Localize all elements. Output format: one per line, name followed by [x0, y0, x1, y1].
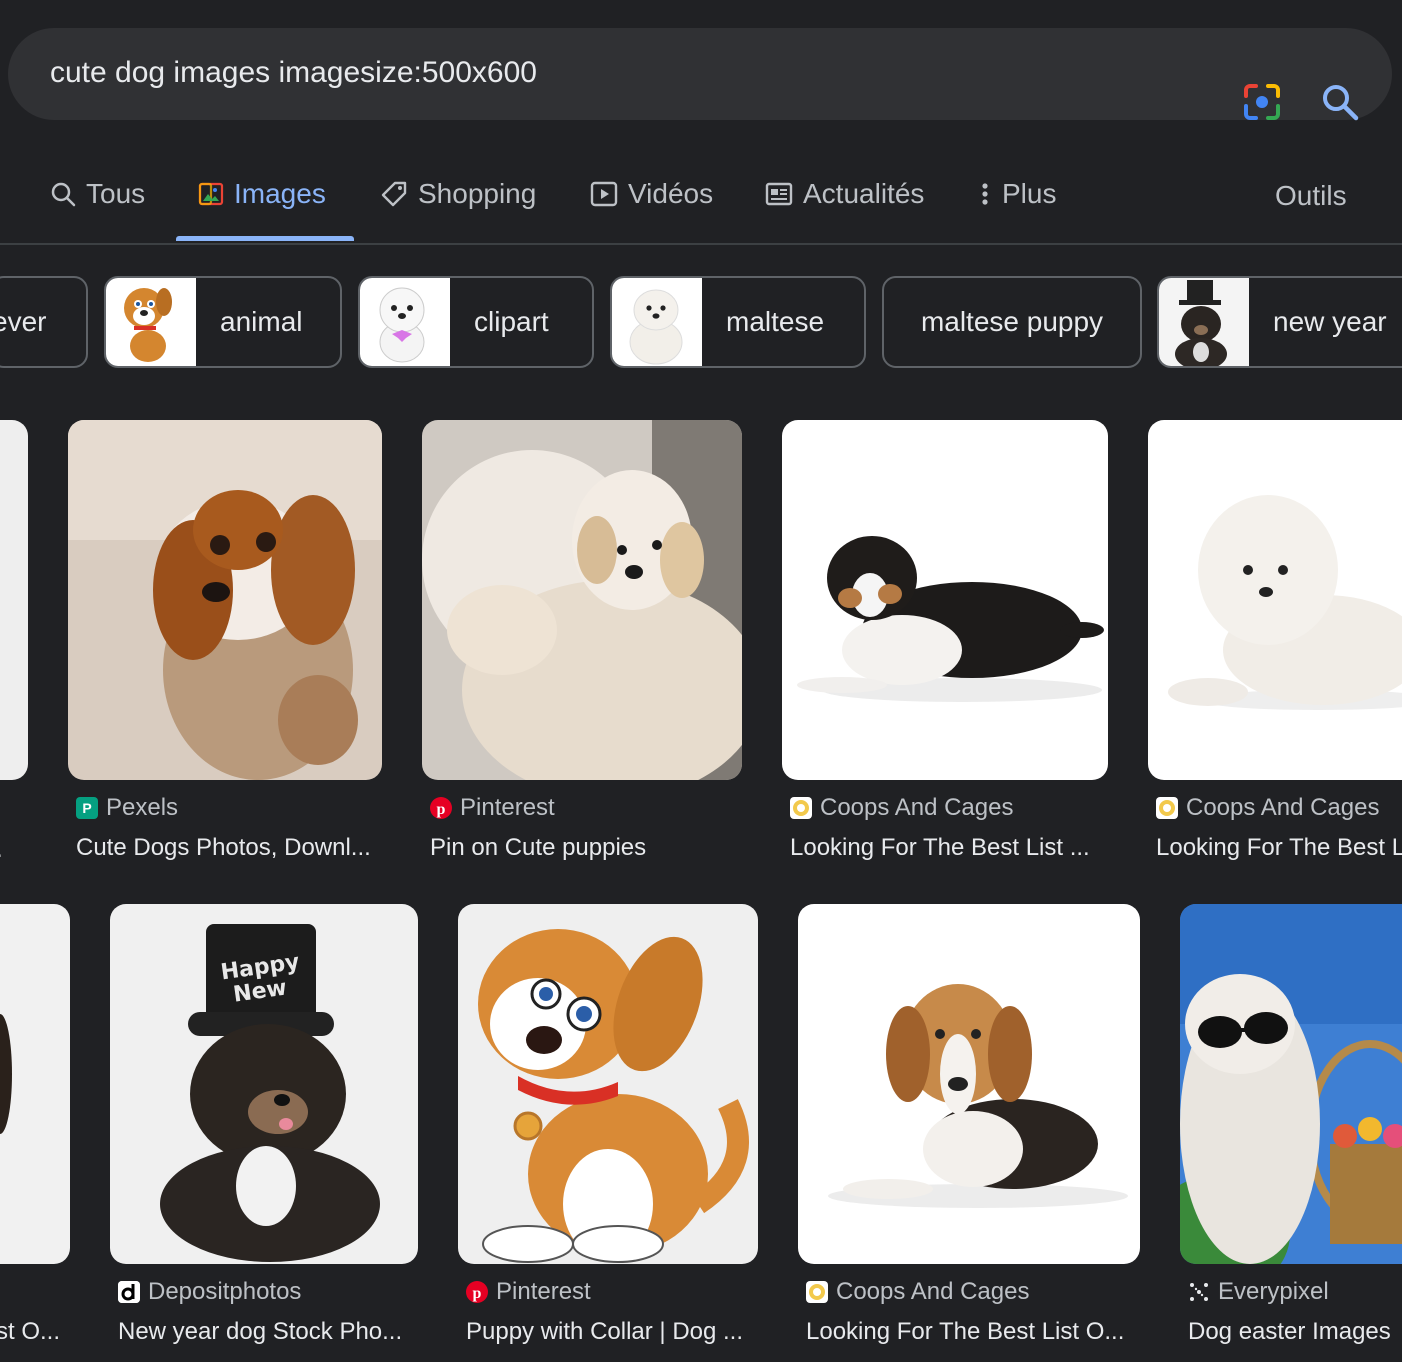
coops-and-cages-icon: [790, 797, 812, 819]
google-lens-icon[interactable]: [1240, 82, 1284, 122]
svg-text:p: p: [473, 1285, 482, 1302]
chip-clipart[interactable]: clipart: [358, 276, 594, 368]
pinterest-icon: p: [430, 797, 452, 819]
search-input[interactable]: cute dog images imagesize:500x600: [50, 56, 537, 90]
depositphotos-icon: [118, 1281, 140, 1303]
result-image[interactable]: Happy New: [110, 904, 418, 1264]
more-vert-icon: [982, 183, 988, 205]
tab-label: Shopping: [418, 178, 537, 209]
chip-label: maltese puppy: [920, 306, 1104, 337]
result-image[interactable]: [68, 420, 382, 780]
search-icon: [51, 182, 76, 207]
search-bar[interactable]: cute dog images imagesize:500x600: [8, 28, 1392, 122]
chip-thumbnail: [360, 278, 450, 366]
result-image[interactable]: [798, 904, 1140, 1264]
result-source[interactable]: Depositphotos: [118, 1278, 301, 1306]
tab-label: Actualités: [803, 178, 925, 209]
tab-label: Images: [234, 178, 326, 209]
result-source-label: Pinterest: [460, 794, 555, 821]
result-image[interactable]: [1180, 904, 1402, 1264]
result-title[interactable]: Looking For The Best List O...: [806, 1318, 1124, 1346]
tab-label: Tous: [86, 178, 146, 209]
result-title[interactable]: New year dog Stock Pho...: [118, 1318, 402, 1346]
search-tabs: Tous Images Shopping Vidéos Actualités P…: [0, 150, 1402, 245]
tab-images[interactable]: Images: [198, 178, 326, 210]
pinterest-icon: p: [466, 1281, 488, 1303]
svg-text:P: P: [82, 800, 91, 816]
tab-shopping[interactable]: Shopping: [380, 178, 536, 210]
tab-videos[interactable]: Vidéos: [590, 178, 713, 210]
result-title[interactable]: Cute Dogs Photos, Downl...: [76, 834, 371, 862]
coops-and-cages-icon: [1156, 797, 1178, 819]
magnifier-icon[interactable]: [1320, 82, 1360, 122]
result-image[interactable]: [1148, 420, 1402, 780]
result-image-partial[interactable]: [0, 420, 28, 780]
chip-label: new year: [1273, 306, 1387, 337]
result-title[interactable]: Pin on Cute puppies: [430, 834, 646, 862]
tab-news[interactable]: Actualités: [765, 178, 924, 210]
image-icon: [198, 182, 224, 206]
chip-maltese-puppy[interactable]: maltese puppy: [882, 276, 1142, 368]
result-source-label: Coops And Cages: [1186, 794, 1380, 821]
result-title[interactable]: Looking For The Best L: [1156, 834, 1402, 862]
chip-label: ever: [0, 306, 47, 337]
chip-thumbnail: [1159, 278, 1249, 366]
chip-thumbnail: [106, 278, 196, 366]
chip-label: clipart: [474, 306, 549, 337]
result-source-label: Everypixel: [1218, 1278, 1329, 1305]
result-source[interactable]: Coops And Cages: [1156, 794, 1379, 822]
result-source-label: Coops And Cages: [820, 794, 1014, 821]
result-source[interactable]: Everypixel: [1188, 1278, 1329, 1306]
chip-new-year[interactable]: new year: [1157, 276, 1402, 368]
coops-and-cages-icon: [806, 1281, 828, 1303]
result-image-partial[interactable]: [0, 904, 70, 1264]
chip-label: animal: [220, 306, 303, 337]
result-source-label: Pexels: [106, 794, 179, 821]
tab-more[interactable]: Plus: [978, 178, 1056, 210]
result-source[interactable]: Coops And Cages: [806, 1278, 1029, 1306]
result-title-partial[interactable]: .: [0, 836, 3, 864]
tab-label: Vidéos: [628, 178, 714, 209]
result-source[interactable]: Coops And Cages: [790, 794, 1013, 822]
chip-maltese[interactable]: maltese: [610, 276, 866, 368]
active-tab-indicator: [176, 236, 354, 241]
result-title[interactable]: Puppy with Collar | Dog ...: [466, 1318, 743, 1346]
result-title-partial[interactable]: st O...: [0, 1318, 60, 1346]
chip-ever[interactable]: ever: [0, 276, 88, 368]
svg-text:p: p: [437, 801, 446, 818]
everypixel-icon: [1188, 1281, 1210, 1303]
result-image[interactable]: [422, 420, 742, 780]
pexels-icon: P: [76, 797, 98, 819]
result-source-label: Coops And Cages: [836, 1278, 1030, 1305]
result-source[interactable]: p Pinterest: [430, 794, 555, 822]
tab-all[interactable]: Tous: [50, 178, 145, 210]
chip-thumbnail: [612, 278, 702, 366]
result-image[interactable]: [782, 420, 1108, 780]
result-image[interactable]: [458, 904, 758, 1264]
tag-icon: [381, 181, 407, 207]
play-icon: [590, 181, 618, 207]
result-source-label: Depositphotos: [148, 1278, 302, 1305]
newspaper-icon: [765, 182, 793, 206]
chip-animal[interactable]: animal: [104, 276, 342, 368]
result-title[interactable]: Dog easter Images: [1188, 1318, 1391, 1346]
result-source-label: Pinterest: [496, 1278, 591, 1305]
tab-label: Plus: [1002, 178, 1057, 209]
result-source[interactable]: P Pexels: [76, 794, 178, 822]
result-title[interactable]: Looking For The Best List ...: [790, 834, 1090, 862]
chip-label: maltese: [726, 306, 825, 337]
tools-button[interactable]: Outils: [1275, 180, 1347, 212]
result-source[interactable]: p Pinterest: [466, 1278, 591, 1306]
